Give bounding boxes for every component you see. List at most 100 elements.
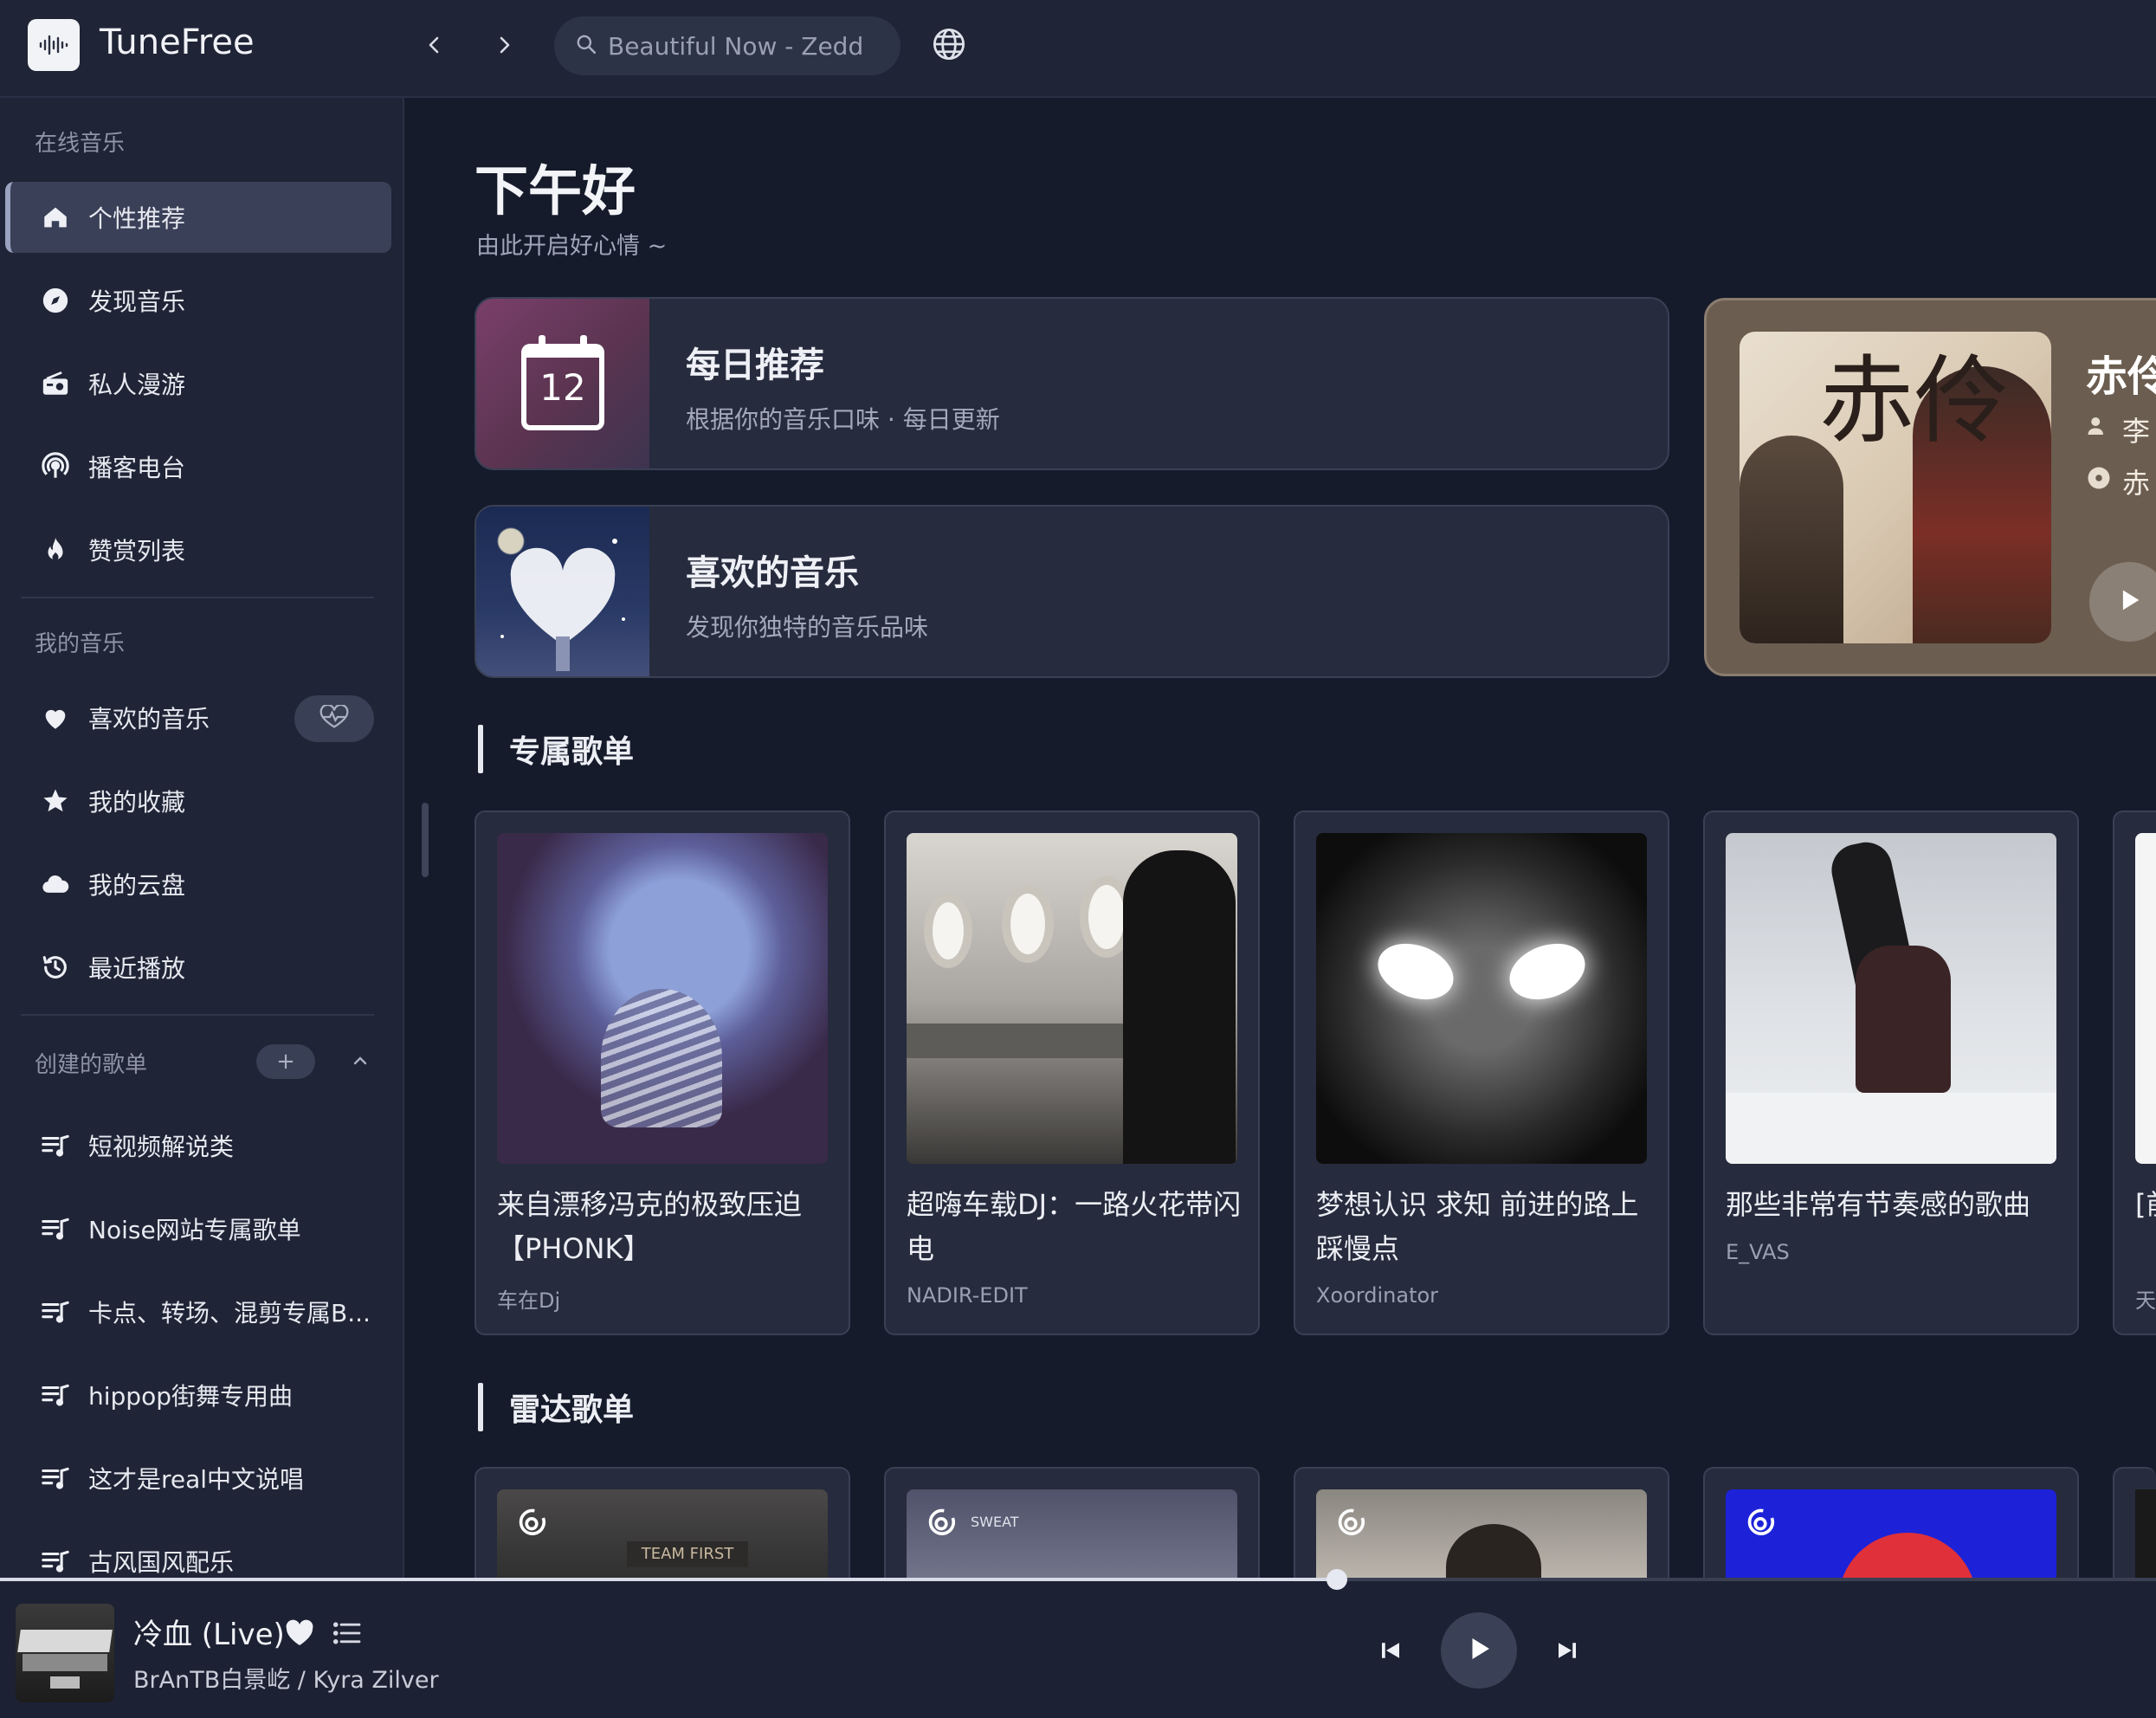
liked-music-card[interactable]: 喜欢的音乐 发现你独特的音乐品味	[474, 505, 1669, 678]
chevron-up-icon[interactable]	[350, 1050, 371, 1075]
playlist-queue-icon[interactable]	[332, 1621, 362, 1649]
playlist-title: 那些非常有节奏感的歌曲	[1726, 1188, 2031, 1221]
personal-fm-title: 赤伶	[2086, 352, 2156, 401]
radar-playlist-cover	[2135, 1489, 2156, 1586]
liked-music-subtitle: 发现你独特的音乐品味	[686, 613, 929, 642]
sidebar-item-label: hippop街舞专用曲	[88, 1382, 293, 1411]
sidebar-item-recommend[interactable]: 个性推荐	[5, 182, 391, 253]
playlist-card[interactable]: 超嗨车载DJ：一路火花带闪电 NADIR-EDIT	[884, 811, 1260, 1335]
playlist-icon	[38, 1211, 73, 1246]
personal-fm-card[interactable]: 赤伶 赤伶 李 赤	[1704, 298, 2156, 676]
daily-recommend-subtitle: 根据你的音乐口味 · 每日更新	[686, 405, 1000, 434]
section-exclusive: 专属歌单	[478, 725, 634, 773]
greeting-subtitle: 由此开启好心情 ~	[476, 233, 668, 260]
radar-playlist-card[interactable]	[1703, 1467, 2079, 1588]
next-track-icon[interactable]	[1550, 1633, 1585, 1668]
sidebar: 在线音乐 个性推荐 发现音乐 私人漫游 播客电台 赞赏列表 我的音乐 喜欢的音乐…	[0, 98, 404, 1579]
playlist-author: NADIR-EDIT	[907, 1283, 1028, 1308]
playlist-title: 超嗨车载DJ：一路火花带闪电	[907, 1188, 1242, 1265]
radar-playlist-card[interactable]	[1294, 1467, 1669, 1588]
sidebar-item-label: 我的收藏	[88, 788, 186, 817]
sidebar-item-appreciate[interactable]: 赞赏列表	[5, 514, 391, 585]
sidebar-item-label: 播客电台	[88, 454, 186, 482]
sidebar-item-recent[interactable]: 最近播放	[5, 932, 391, 1003]
play-icon	[2114, 585, 2144, 618]
sidebar-resize-handle[interactable]	[422, 803, 429, 877]
globe-icon[interactable]	[931, 26, 967, 66]
add-playlist-button[interactable]: +	[256, 1044, 315, 1079]
back-arrow-icon[interactable]	[416, 26, 454, 64]
section-title-online: 在线音乐	[35, 131, 126, 157]
personal-fm-cover: 赤伶	[1740, 332, 2051, 643]
section-title: 专属歌单	[509, 734, 635, 770]
forward-arrow-icon[interactable]	[485, 26, 523, 64]
app-logo-icon[interactable]	[28, 19, 80, 71]
radar-playlist-card[interactable]	[2113, 1467, 2156, 1588]
playlist-title: 梦想认识 求知 前进的路上踩慢点	[1316, 1188, 1639, 1265]
play-pause-button[interactable]	[1441, 1612, 1517, 1689]
playlist-card[interactable]: 那些非常有节奏感的歌曲 E_VAS	[1703, 811, 2079, 1335]
personal-fm-play-button[interactable]	[2089, 562, 2156, 642]
radar-playlist-card[interactable]: TEAM FIRST	[474, 1467, 850, 1588]
home-icon	[38, 200, 73, 235]
radar-playlist-cover: SWEAT	[907, 1489, 1237, 1586]
playlist-cover	[497, 833, 828, 1164]
playlist-icon	[38, 1378, 73, 1412]
playlist-cover	[907, 833, 1237, 1164]
playlist-icon	[38, 1128, 73, 1163]
sidebar-item-label: 这才是real中文说唱	[88, 1465, 305, 1494]
sidebar-playlist-item[interactable]: 短视频解说类	[5, 1110, 391, 1181]
sidebar-item-collection[interactable]: 我的收藏	[5, 765, 391, 836]
top-bar: TuneFree	[0, 0, 2156, 98]
radar-playlist-cover	[1726, 1489, 2056, 1586]
progress-handle[interactable]	[1327, 1569, 1347, 1590]
personal-fm-album: 赤	[2086, 462, 2150, 501]
sidebar-item-podcast[interactable]: 播客电台	[5, 431, 391, 502]
playlist-card[interactable]: [前战 天	[2113, 811, 2156, 1335]
sidebar-item-cloud[interactable]: 我的云盘	[5, 849, 391, 920]
calendar-day: 12	[539, 366, 586, 409]
netease-logo-icon	[514, 1505, 549, 1543]
player-cover[interactable]	[16, 1604, 114, 1702]
progress-fill	[0, 1578, 1337, 1581]
sidebar-playlist-item[interactable]: 这才是real中文说唱	[5, 1443, 391, 1514]
radio-icon	[38, 366, 73, 401]
section-title-created: 创建的歌单	[35, 1052, 148, 1078]
heartbeat-icon	[318, 703, 351, 733]
previous-track-icon[interactable]	[1373, 1633, 1408, 1668]
radar-playlist-cover	[1316, 1489, 1647, 1586]
sidebar-item-label: 卡点、转场、混剪专属B...	[88, 1299, 371, 1327]
playlist-cover	[1316, 833, 1647, 1164]
playlist-card[interactable]: 来自漂移冯克的极致压迫【PHONK】 车在Dj	[474, 811, 850, 1335]
playlist-author: E_VAS	[1726, 1240, 1790, 1264]
sidebar-item-label: 发现音乐	[88, 287, 186, 316]
liked-music-cover	[476, 507, 649, 676]
calendar-icon: 12	[476, 299, 649, 468]
player-artist: BrAnTB白景屹 / Kyra Zilver	[133, 1667, 439, 1694]
search-box[interactable]	[554, 16, 900, 75]
sidebar-playlist-item[interactable]: hippop街舞专用曲	[5, 1360, 391, 1431]
heartbeat-mode-button[interactable]	[294, 695, 374, 742]
sidebar-item-label: 古风国风配乐	[88, 1548, 235, 1577]
sidebar-item-roam[interactable]: 私人漫游	[5, 348, 391, 419]
search-input[interactable]	[608, 31, 868, 61]
sidebar-item-label: 短视频解说类	[88, 1133, 235, 1161]
sidebar-divider	[21, 1014, 374, 1016]
sidebar-playlist-item[interactable]: Noise网站专属歌单	[5, 1193, 391, 1264]
playlist-author: 天	[2135, 1288, 2156, 1313]
app-title: TuneFree	[100, 23, 255, 62]
daily-recommend-card[interactable]: 12 每日推荐 根据你的音乐口味 · 每日更新	[474, 297, 1669, 470]
player-bar: 冷血 (Live) BrAnTB白景屹 / Kyra Zilver	[0, 1581, 2156, 1718]
playlist-card[interactable]: 梦想认识 求知 前进的路上踩慢点 Xoordinator	[1294, 811, 1669, 1335]
netease-logo-icon	[1333, 1505, 1368, 1543]
player-song-title: 冷血 (Live)	[133, 1618, 285, 1652]
sidebar-item-label: 最近播放	[88, 954, 186, 983]
like-heart-icon[interactable]	[284, 1618, 315, 1650]
sidebar-item-discover[interactable]: 发现音乐	[5, 265, 391, 336]
sidebar-item-label: 喜欢的音乐	[88, 705, 210, 733]
sidebar-playlist-item[interactable]: 卡点、转场、混剪专属B...	[5, 1276, 391, 1347]
netease-logo-icon	[924, 1505, 959, 1543]
sidebar-divider	[21, 597, 374, 598]
radar-playlist-card[interactable]: SWEAT	[884, 1467, 1260, 1588]
section-radar: 雷达歌单	[478, 1383, 634, 1431]
